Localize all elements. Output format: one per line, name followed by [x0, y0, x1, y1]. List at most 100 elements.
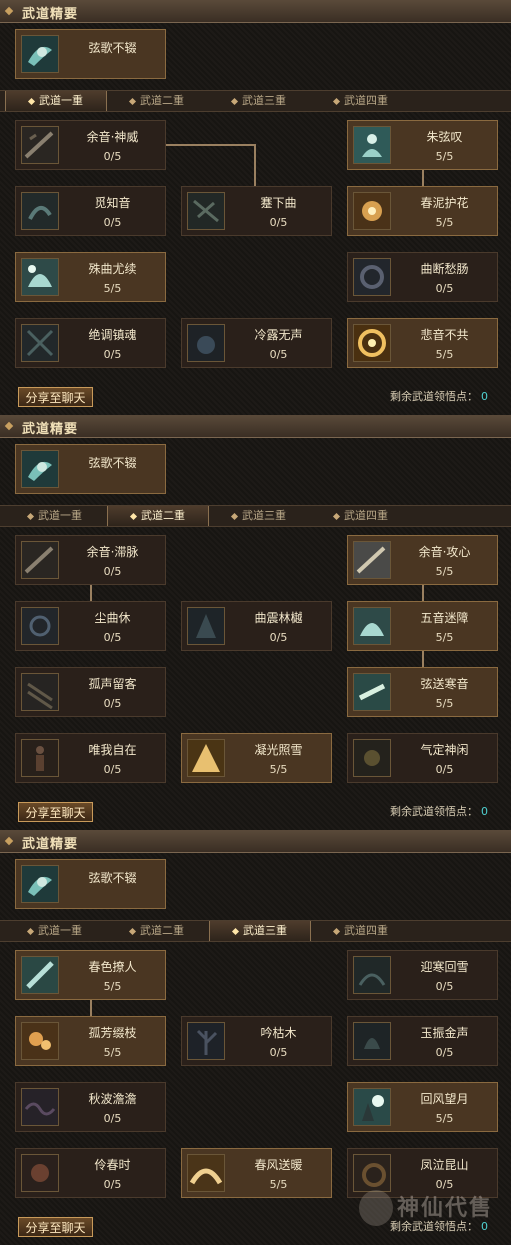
connector-line	[166, 144, 255, 146]
talent-node[interactable]: 弦送寒音 5/5	[347, 667, 498, 717]
snow-return-icon	[353, 956, 391, 994]
tab-tier-2[interactable]: 武道二重	[107, 91, 207, 111]
talent-node[interactable]: 冷露无声 0/5	[181, 318, 332, 368]
mascot-logo-icon	[359, 1190, 393, 1226]
swirl-tome-icon	[21, 865, 59, 903]
silent-dew-icon	[187, 324, 225, 362]
talent-node[interactable]: 伶春时 0/5	[15, 1148, 166, 1198]
talent-node[interactable]: 尘曲休 0/5	[15, 601, 166, 651]
diamond-icon	[26, 512, 35, 520]
jade-bell-icon	[353, 1022, 391, 1060]
tab-tier-4[interactable]: 武道四重	[311, 91, 411, 111]
diamond-icon	[332, 927, 341, 935]
section-title: 武道精要	[22, 837, 79, 852]
talent-node[interactable]: 余音·攻心 5/5	[347, 535, 498, 585]
dust-spiral-icon	[21, 607, 59, 645]
forest-quake-icon	[187, 607, 225, 645]
share-to-chat-button[interactable]: 分享至聊天	[18, 387, 93, 407]
tab-tier-2[interactable]: 武道二重	[107, 921, 207, 941]
tab-tier-4[interactable]: 武道四重	[311, 921, 411, 941]
flute-strike-icon	[21, 126, 59, 164]
essence-skill[interactable]: 弦歌不辍	[15, 444, 166, 494]
connector-line	[254, 144, 256, 187]
talent-node[interactable]: 迎寒回雪 0/5	[347, 950, 498, 1000]
talent-node[interactable]: 蹇下曲 0/5	[181, 186, 332, 236]
talent-node[interactable]: 余音·神威 0/5	[15, 120, 166, 170]
talent-node[interactable]: 余音·滞脉 0/5	[15, 535, 166, 585]
talent-node[interactable]: 凝光照雪 5/5	[181, 733, 332, 783]
diamond-icon	[4, 421, 14, 431]
talent-node[interactable]: 春色撩人 5/5	[15, 950, 166, 1000]
tab-tier-1[interactable]: 武道一重	[5, 921, 105, 941]
talent-node[interactable]: 孤芳缀枝 5/5	[15, 1016, 166, 1066]
talent-node[interactable]: 觅知音 0/5	[15, 186, 166, 236]
tier-tabs: 武道一重 武道二重 武道三重 武道四重	[0, 505, 511, 527]
flute-strike-icon	[353, 541, 391, 579]
talent-node[interactable]: 气定神闲 0/5	[347, 733, 498, 783]
essence-name: 弦歌不辍	[88, 41, 137, 55]
essence-skill[interactable]: 弦歌不辍	[15, 29, 166, 79]
essence-skill[interactable]: 弦歌不辍	[15, 859, 166, 909]
spring-flower-icon	[21, 1154, 59, 1192]
share-to-chat-button[interactable]: 分享至聊天	[18, 1217, 93, 1237]
talent-section-2: 武道精要 弦歌不辍 武道一重 武道二重 武道三重 武道四重 余音·滞脉 0/5 …	[0, 415, 511, 830]
connector-line	[422, 584, 424, 602]
essence-name: 弦歌不辍	[88, 871, 137, 885]
tab-tier-1[interactable]: 武道一重	[5, 506, 105, 526]
talent-node[interactable]: 春风送暖 5/5	[181, 1148, 332, 1198]
warm-breeze-icon	[187, 1154, 225, 1192]
broken-string-icon	[353, 258, 391, 296]
talent-node[interactable]: 曲震林樾 0/5	[181, 601, 332, 651]
share-to-chat-button[interactable]: 分享至聊天	[18, 802, 93, 822]
listening-ear-icon	[21, 192, 59, 230]
diamond-icon	[128, 97, 137, 105]
spring-scroll-icon	[21, 956, 59, 994]
autumn-wave-icon	[21, 1088, 59, 1126]
standing-warrior-icon	[21, 739, 59, 777]
talent-section-1: 武道精要 弦歌不辍 武道一重 武道二重 武道三重 武道四重 余音·神威 0/5 …	[0, 0, 511, 415]
watermark-text: 神仙代售	[397, 1196, 494, 1221]
talent-node[interactable]: 秋波澹澹 0/5	[15, 1082, 166, 1132]
tab-tier-4[interactable]: 武道四重	[311, 506, 411, 526]
lone-echo-icon	[21, 673, 59, 711]
talent-node[interactable]: 殊曲尤续 5/5	[15, 252, 166, 302]
calm-spirit-icon	[353, 739, 391, 777]
talent-node[interactable]: 春泥护花 5/5	[347, 186, 498, 236]
diamond-icon	[332, 97, 341, 105]
talent-node[interactable]: 孤声留客 0/5	[15, 667, 166, 717]
swirl-tome-icon	[21, 35, 59, 73]
tab-tier-1[interactable]: 武道一重	[5, 91, 107, 111]
watermark: 神仙代售	[355, 1188, 505, 1238]
connector-line	[422, 650, 424, 668]
remaining-points: 剩余武道领悟点： 0	[390, 390, 488, 403]
talent-node[interactable]: 曲断愁肠 0/5	[347, 252, 498, 302]
tab-tier-3[interactable]: 武道三重	[209, 506, 309, 526]
talent-node[interactable]: 五音迷障 5/5	[347, 601, 498, 651]
diamond-icon	[4, 836, 14, 846]
essence-name: 弦歌不辍	[88, 456, 137, 470]
tab-tier-2[interactable]: 武道二重	[107, 506, 209, 526]
talent-node[interactable]: 朱弦叹 5/5	[347, 120, 498, 170]
flower-branch-icon	[21, 1022, 59, 1060]
connector-line	[422, 169, 424, 187]
talent-node[interactable]: 回风望月 5/5	[347, 1082, 498, 1132]
diamond-icon	[26, 927, 35, 935]
talent-node[interactable]: 玉振金声 0/5	[347, 1016, 498, 1066]
flute-strike-icon	[21, 541, 59, 579]
talent-node[interactable]: 吟枯木 0/5	[181, 1016, 332, 1066]
diamond-icon	[4, 6, 14, 16]
section-title: 武道精要	[22, 422, 79, 437]
frost-string-icon	[353, 673, 391, 711]
diamond-icon	[27, 97, 36, 105]
tier-tabs: 武道一重 武道二重 武道三重 武道四重	[0, 90, 511, 112]
tab-tier-3[interactable]: 武道三重	[209, 91, 309, 111]
talent-node[interactable]: 唯我自在 0/5	[15, 733, 166, 783]
golden-light-icon	[187, 739, 225, 777]
blooming-flower-icon	[353, 192, 391, 230]
talent-node[interactable]: 悲音不共 5/5	[347, 318, 498, 368]
section-header: 武道精要	[0, 415, 511, 438]
talent-node[interactable]: 绝调镇魂 0/5	[15, 318, 166, 368]
diamond-icon	[332, 512, 341, 520]
diamond-icon	[128, 927, 137, 935]
tab-tier-3[interactable]: 武道三重	[209, 921, 311, 941]
